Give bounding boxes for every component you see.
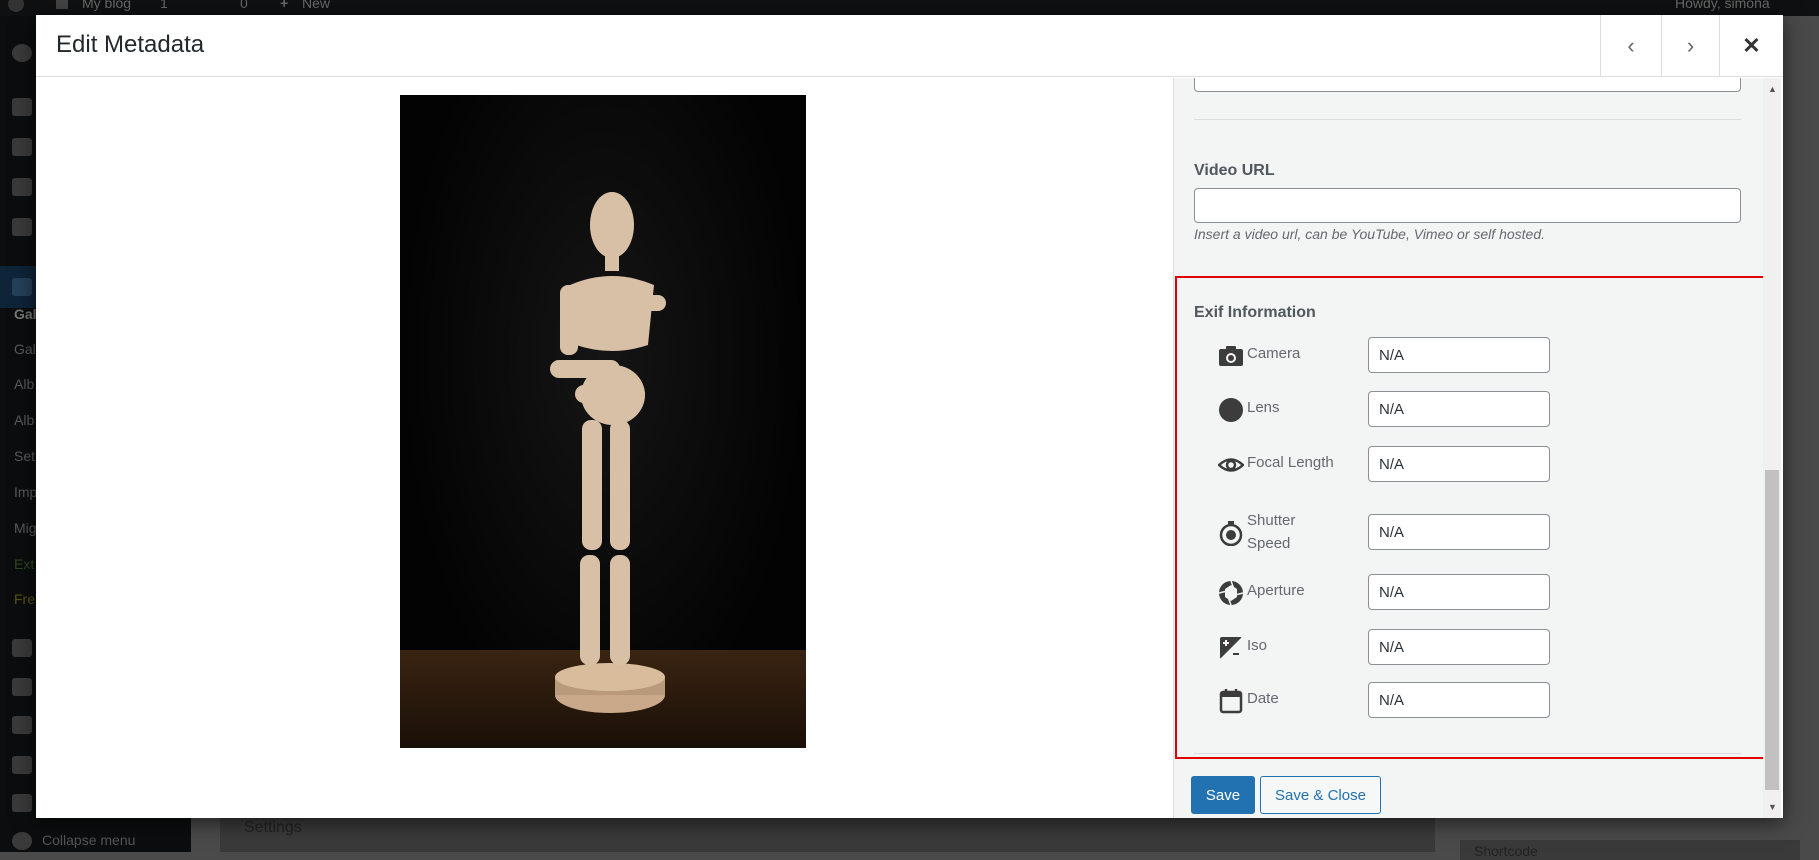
save-close-button[interactable]: Save & Close: [1260, 776, 1381, 814]
gear-icon: [12, 278, 32, 296]
close-icon: ✕: [1742, 33, 1761, 58]
admin-bar: My blog 1 0 + New Howdy, simona: [0, 0, 1819, 16]
tools-icon[interactable]: [12, 756, 32, 774]
save-button[interactable]: Save: [1191, 776, 1255, 814]
image-preview: [400, 95, 806, 748]
settings-panel: Settings: [220, 812, 1435, 852]
close-button[interactable]: ✕: [1719, 15, 1783, 77]
previous-field-input[interactable]: [1194, 78, 1741, 92]
settings-heading: Settings: [244, 819, 302, 836]
metadata-sidebar: Video URL Insert a video url, can be You…: [1173, 78, 1763, 818]
shortcode-heading: Shortcode: [1474, 843, 1538, 859]
video-url-input[interactable]: [1194, 188, 1741, 223]
new-link[interactable]: New: [302, 0, 330, 11]
comments-count[interactable]: 0: [240, 0, 248, 11]
media-icon[interactable]: [12, 138, 32, 156]
home-icon: [56, 0, 68, 9]
scroll-down-icon[interactable]: ▼: [1768, 802, 1777, 812]
shortcode-panel: Shortcode: [1460, 840, 1800, 860]
updates-count[interactable]: 1: [160, 0, 168, 11]
modal-header: Edit Metadata ‹ › ✕: [36, 15, 1783, 77]
edit-metadata-modal: Edit Metadata ‹ › ✕ Video URL Insert a v…: [36, 15, 1783, 818]
scroll-up-icon[interactable]: ▲: [1768, 84, 1777, 94]
wordpress-logo-icon[interactable]: [8, 0, 24, 12]
settings-icon[interactable]: [12, 794, 32, 812]
site-name-link[interactable]: My blog: [82, 0, 131, 11]
chevron-left-icon: ‹: [1627, 33, 1635, 58]
previous-button[interactable]: ‹: [1600, 15, 1661, 77]
next-button[interactable]: ›: [1661, 15, 1719, 77]
dashboard-icon[interactable]: [12, 44, 32, 62]
pages-icon[interactable]: [12, 178, 32, 196]
appearance-icon[interactable]: [12, 639, 32, 657]
mannequin-photo: [400, 192, 806, 748]
exif-highlight-box: [1175, 276, 1763, 759]
video-url-label: Video URL: [1194, 162, 1275, 179]
image-preview-area: [36, 78, 1173, 818]
scrollbar-thumb[interactable]: [1765, 470, 1779, 790]
chevron-right-icon: ›: [1686, 33, 1695, 58]
sidebar-scrollbar[interactable]: ▲ ▼: [1763, 78, 1781, 818]
pin-icon[interactable]: [12, 98, 32, 116]
divider: [1194, 119, 1741, 120]
plugins-icon[interactable]: [12, 678, 32, 696]
comments-icon[interactable]: [12, 218, 32, 236]
collapse-icon[interactable]: [12, 832, 32, 850]
modal-title: Edit Metadata: [56, 31, 205, 58]
video-url-help: Insert a video url, can be YouTube, Vime…: [1194, 226, 1545, 242]
collapse-menu[interactable]: Collapse menu: [42, 832, 135, 848]
greeting[interactable]: Howdy, simona: [1675, 0, 1770, 11]
users-icon[interactable]: [12, 716, 32, 734]
